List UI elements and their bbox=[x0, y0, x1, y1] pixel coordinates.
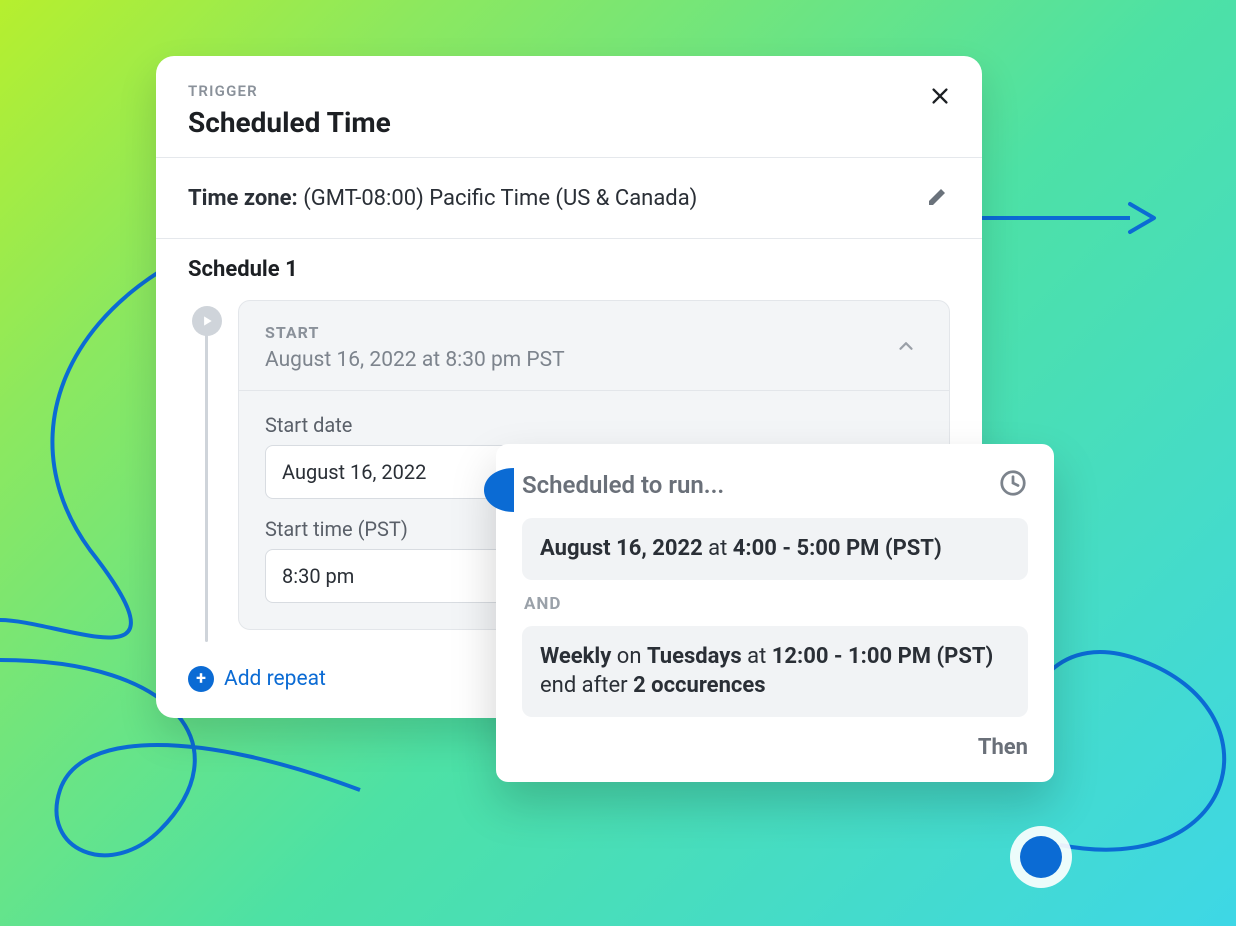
entry2-day: Tuesdays bbox=[647, 644, 742, 669]
schedule-entry-1: August 16, 2022 at 4:00 - 5:00 PM (PST) bbox=[522, 518, 1028, 580]
timezone-row: Time zone: (GMT-08:00) Pacific Time (US … bbox=[156, 158, 982, 238]
start-summary: August 16, 2022 at 8:30 pm PST bbox=[265, 348, 565, 372]
pencil-icon bbox=[926, 184, 950, 208]
entry2-weekly: Weekly bbox=[540, 644, 611, 669]
start-eyebrow: START bbox=[265, 323, 565, 342]
schedule-entry-2: Weekly on Tuesdays at 12:00 - 1:00 PM (P… bbox=[522, 626, 1028, 717]
close-button[interactable] bbox=[922, 78, 958, 114]
start-block-header[interactable]: START August 16, 2022 at 8:30 pm PST bbox=[239, 301, 949, 390]
entry1-at: at bbox=[703, 536, 733, 561]
entry2-on: on bbox=[611, 644, 647, 669]
timeline-start-node bbox=[192, 306, 222, 336]
entry2-end: end after bbox=[540, 673, 633, 698]
entry2-at: at bbox=[742, 644, 772, 669]
timezone-value: (GMT-08:00) Pacific Time (US & Canada) bbox=[303, 186, 697, 211]
edit-timezone-button[interactable] bbox=[926, 184, 950, 212]
entry2-time: 12:00 - 1:00 PM (PST) bbox=[772, 644, 994, 669]
eyebrow-label: TRIGGER bbox=[188, 82, 950, 100]
schedule-title: Schedule 1 bbox=[188, 257, 950, 282]
and-label: AND bbox=[524, 594, 1028, 614]
clock-icon bbox=[998, 468, 1028, 502]
entry2-occ: 2 occurences bbox=[633, 673, 765, 698]
plus-icon: + bbox=[188, 666, 214, 692]
collapse-toggle[interactable] bbox=[889, 329, 923, 367]
entry1-time: 4:00 - 5:00 PM (PST) bbox=[733, 536, 942, 561]
start-time-input[interactable]: 8:30 pm bbox=[265, 549, 525, 603]
card-title: Scheduled Time bbox=[188, 106, 950, 139]
play-icon bbox=[200, 314, 214, 328]
popover-title: Scheduled to run... bbox=[522, 471, 724, 499]
chevron-up-icon bbox=[895, 335, 917, 357]
popover-pointer bbox=[478, 468, 514, 512]
flow-node-icon bbox=[1020, 836, 1062, 878]
start-date-label: Start date bbox=[265, 413, 923, 437]
then-label: Then bbox=[978, 735, 1028, 760]
add-repeat-label: Add repeat bbox=[224, 667, 326, 691]
timezone-text: Time zone: (GMT-08:00) Pacific Time (US … bbox=[188, 186, 697, 211]
schedule-summary-popover: Scheduled to run... August 16, 2022 at 4… bbox=[496, 444, 1054, 782]
entry1-date: August 16, 2022 bbox=[540, 536, 703, 561]
card-header: TRIGGER Scheduled Time bbox=[156, 56, 982, 157]
timezone-label: Time zone: bbox=[188, 186, 298, 211]
close-icon bbox=[929, 85, 951, 107]
